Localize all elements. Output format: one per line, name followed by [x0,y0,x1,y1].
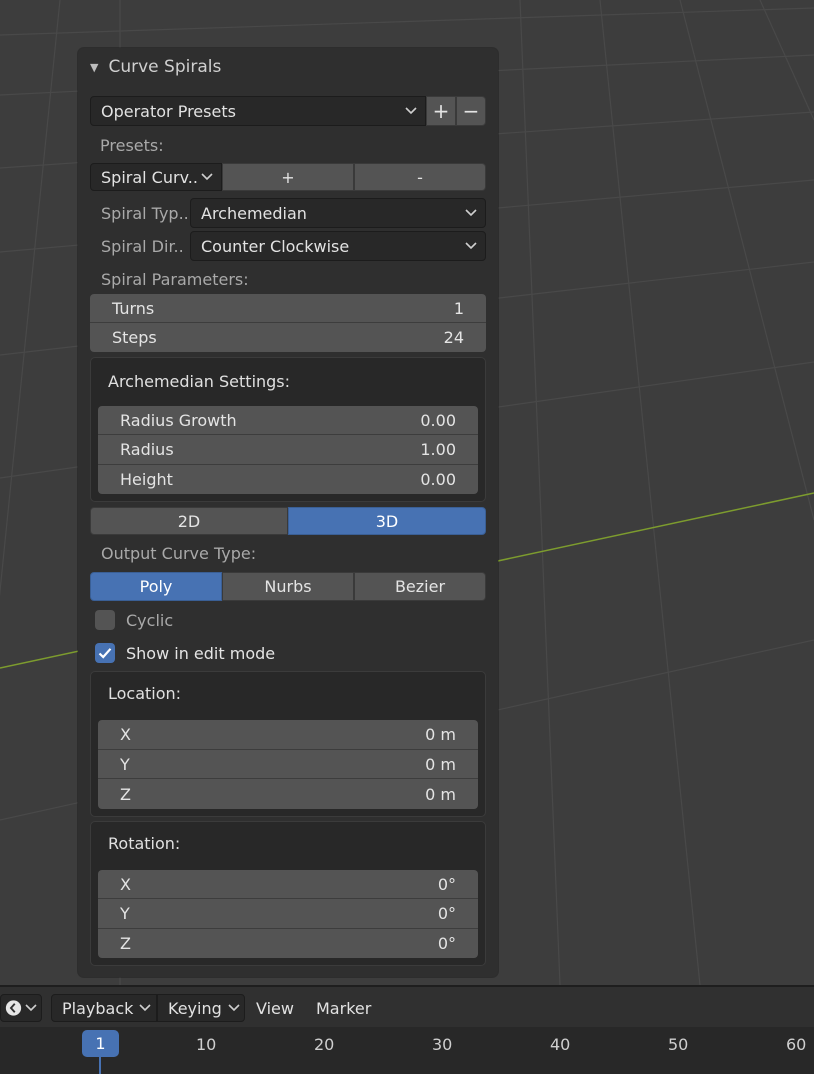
keying-menu[interactable]: Keying [157,994,245,1022]
spiral-type-value: Archemedian [201,203,307,223]
radius-value: 1.00 [420,440,456,459]
frame-tick-30: 30 [432,1035,453,1054]
curve-spirals-panel: ▼ Curve Spirals Operator Presets + − Pre… [78,48,498,977]
operator-presets-dropdown[interactable]: Operator Presets [90,96,426,126]
spiral-preset-dropdown[interactable]: Spiral Curv.. [90,163,222,191]
timeline-ruler[interactable]: 1 10 20 30 40 50 60 [0,1027,814,1074]
playback-label: Playback [62,998,134,1018]
chevron-down-icon [25,1004,37,1012]
show-in-edit-mode-row[interactable]: Show in edit mode [95,642,275,664]
location-x-value: 0 m [425,725,456,744]
timeline-header: Playback Keying View Marker [0,985,814,1027]
editor-type-dropdown[interactable] [0,994,42,1022]
location-y-field[interactable]: Y 0 m [98,750,478,779]
spiral-direction-dropdown[interactable]: Counter Clockwise [190,231,486,261]
operator-presets-label: Operator Presets [101,101,236,121]
output-curve-type-label: Output Curve Type: [101,543,257,563]
spiral-type-label: Spiral Typ.. [101,203,189,223]
steps-value: 24 [443,328,464,347]
radius-growth-label: Radius Growth [120,410,237,430]
remove-preset-button[interactable]: − [456,96,486,126]
current-frame-indicator[interactable]: 1 [82,1030,119,1057]
add-preset-button[interactable]: + [426,96,456,126]
spiral-direction-value: Counter Clockwise [201,236,350,256]
location-box: Location: X 0 m Y 0 m Z 0 m [90,671,486,817]
spiral-preset-value: Spiral Curv.. [101,167,198,187]
spiral-parameters-label: Spiral Parameters: [101,269,249,289]
checkmark-icon [98,648,112,659]
chevron-down-icon [405,107,417,115]
rotation-box: Rotation: X 0° Y 0° Z 0° [90,821,486,966]
location-x-field[interactable]: X 0 m [98,720,478,750]
rotation-y-label: Y [120,904,130,923]
playhead-line [99,1057,101,1074]
chevron-down-icon [465,209,477,217]
radius-field[interactable]: Radius 1.00 [98,435,478,465]
archemedian-settings-title: Archemedian Settings: [108,371,291,391]
rotation-y-field[interactable]: Y 0° [98,899,478,929]
rotation-z-field[interactable]: Z 0° [98,929,478,958]
chevron-down-icon [201,173,213,181]
rotation-title: Rotation: [108,833,181,853]
location-y-value: 0 m [425,754,456,774]
chevron-down-icon [139,1004,151,1012]
clock-icon [5,1000,22,1016]
spiral-type-dropdown[interactable]: Archemedian [190,198,486,228]
panel-header[interactable]: ▼ Curve Spirals [90,56,221,78]
radius-label: Radius [120,440,174,459]
location-z-label: Z [120,784,131,804]
location-x-label: X [120,725,131,744]
steps-label: Steps [112,328,157,347]
chevron-down-icon [465,242,477,250]
curve-type-nurbs-button[interactable]: Nurbs [222,572,354,601]
archemedian-settings-box: Archemedian Settings: Radius Growth 0.00… [90,357,486,502]
radius-growth-value: 0.00 [420,410,456,430]
rotation-x-field[interactable]: X 0° [98,870,478,899]
curve-type-bezier-button[interactable]: Bezier [354,572,486,601]
show-in-edit-mode-label: Show in edit mode [126,643,276,663]
frame-tick-50: 50 [668,1035,689,1054]
spiral-preset-add-button[interactable]: + [222,163,354,191]
view-menu[interactable]: View [256,994,294,1022]
chevron-down-icon [228,1004,240,1012]
cyclic-label: Cyclic [126,610,174,630]
curve-type-poly-button[interactable]: Poly [90,572,222,601]
playback-menu[interactable]: Playback [51,994,157,1022]
spiral-preset-remove-button[interactable]: - [354,163,486,191]
frame-tick-20: 20 [314,1035,335,1054]
panel-title: Curve Spirals [108,57,222,77]
steps-field[interactable]: Steps 24 [90,323,486,352]
show-in-edit-mode-checkbox[interactable] [95,643,115,663]
location-z-field[interactable]: Z 0 m [98,779,478,809]
cyclic-checkbox-row[interactable]: Cyclic [95,609,173,631]
location-z-value: 0 m [425,784,456,804]
height-field[interactable]: Height 0.00 [98,465,478,494]
rotation-y-value: 0° [437,904,456,923]
cyclic-checkbox[interactable] [95,610,115,630]
keying-label: Keying [168,998,222,1018]
radius-growth-field[interactable]: Radius Growth 0.00 [98,406,478,435]
frame-tick-40: 40 [550,1035,571,1054]
turns-label: Turns [112,298,155,318]
rotation-z-label: Z [120,934,131,953]
height-label: Height [120,470,173,489]
location-title: Location: [108,683,182,703]
turns-field[interactable]: Turns 1 [90,294,486,323]
frame-tick-60: 60 [786,1035,807,1054]
spiral-direction-label: Spiral Dir.. [101,236,184,256]
rotation-x-label: X [120,874,131,894]
rotation-z-value: 0° [437,934,456,953]
marker-menu[interactable]: Marker [316,994,371,1022]
height-value: 0.00 [420,470,456,489]
collapse-triangle-icon[interactable]: ▼ [90,61,98,74]
presets-label: Presets: [100,135,164,155]
mode-3d-button[interactable]: 3D [288,507,486,535]
mode-2d-button[interactable]: 2D [90,507,288,535]
turns-value: 1 [453,298,464,318]
rotation-x-value: 0° [437,874,456,894]
location-y-label: Y [120,754,130,774]
frame-tick-10: 10 [196,1035,217,1054]
